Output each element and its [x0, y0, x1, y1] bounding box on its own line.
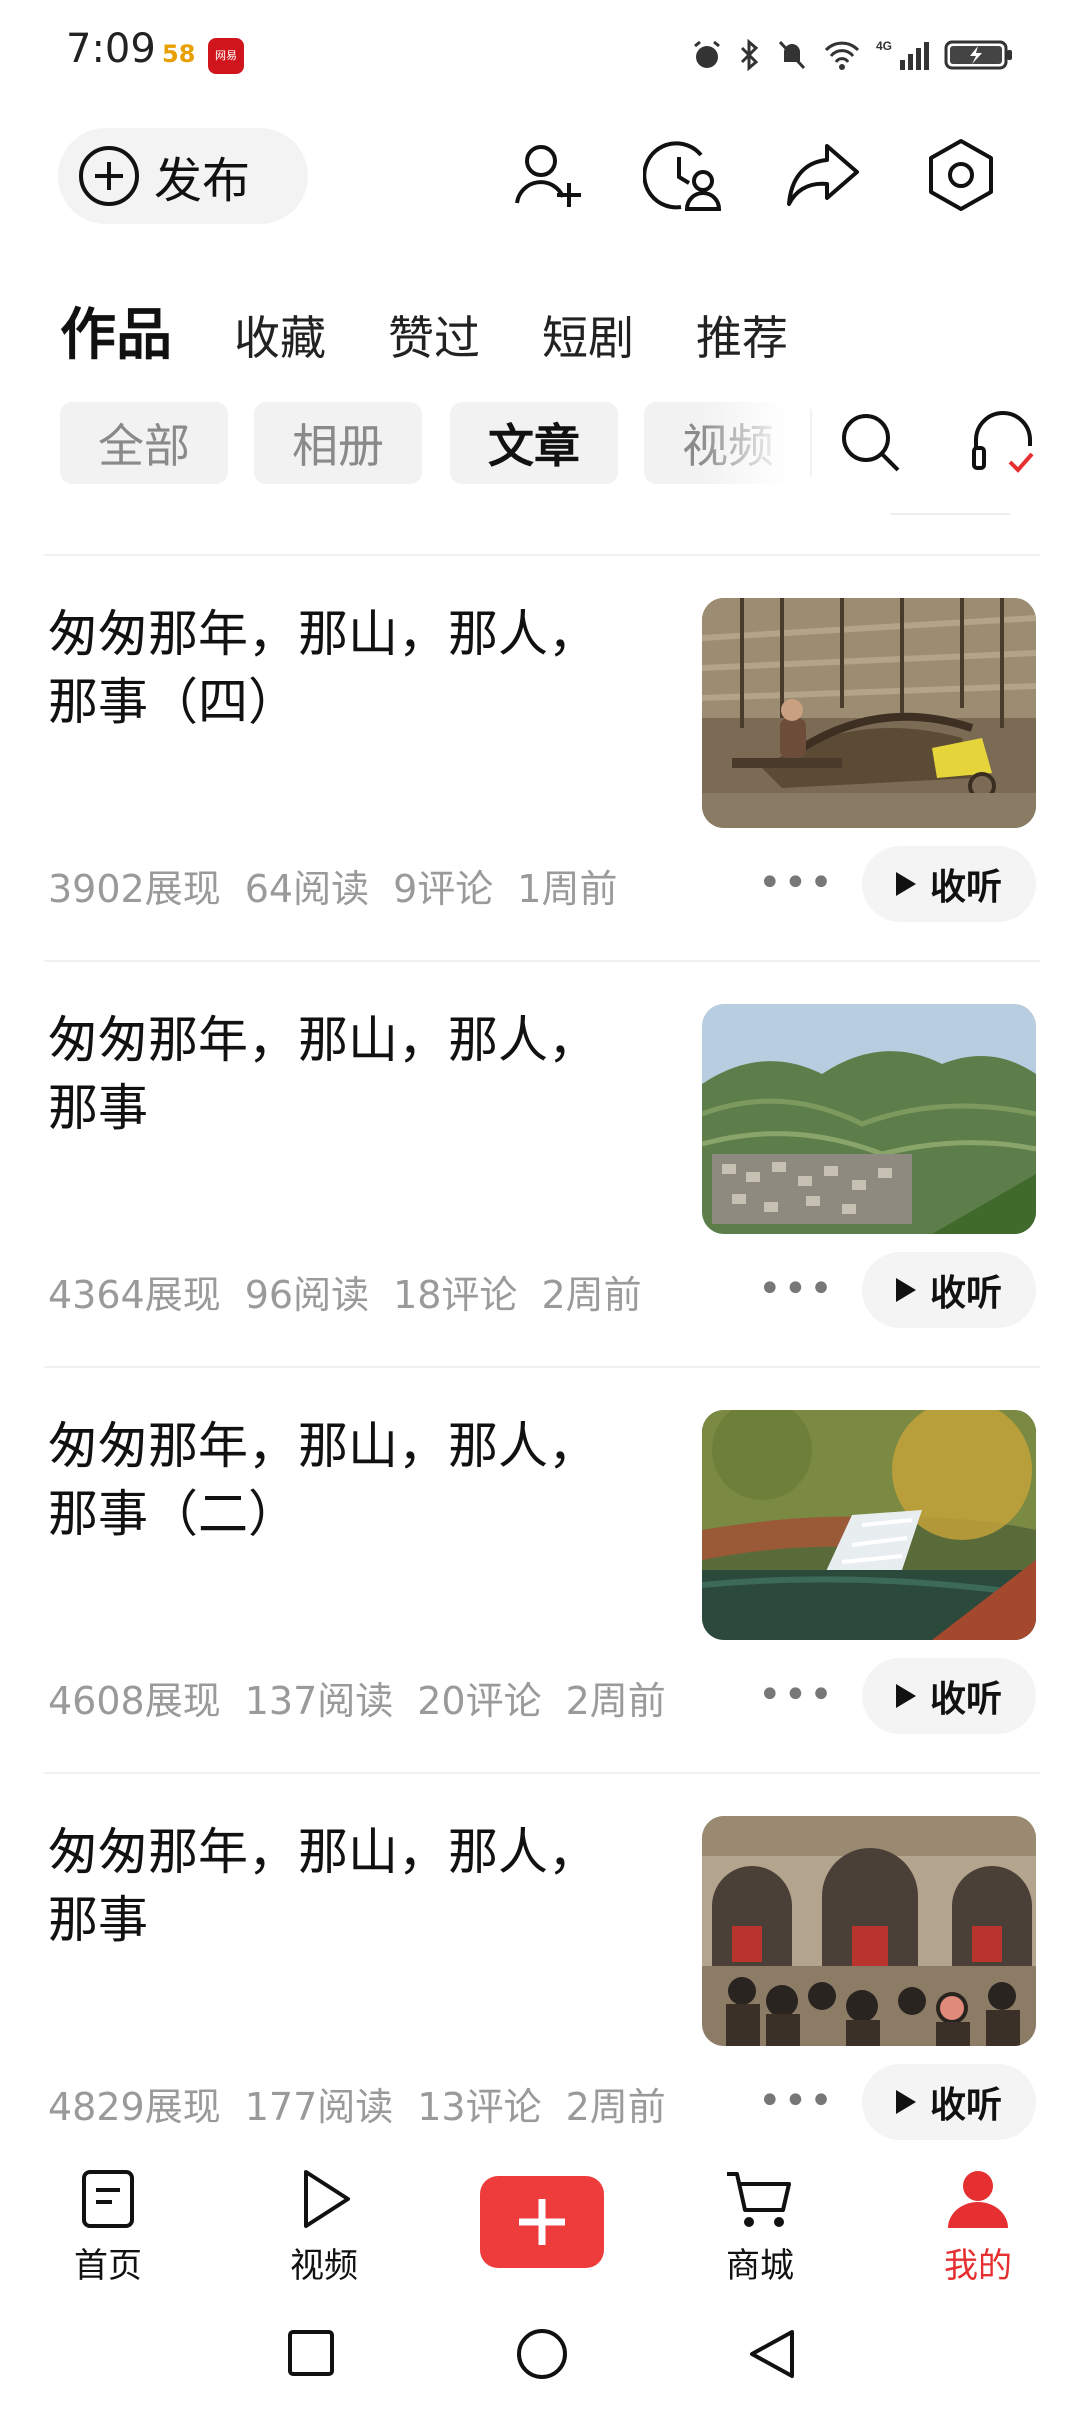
play-icon [895, 1684, 916, 1708]
filter-all[interactable]: 全部 [60, 402, 228, 484]
publish-button[interactable]: 发布 [58, 128, 308, 224]
publish-time: 2周前 [565, 1679, 666, 1723]
create-button[interactable] [480, 2176, 604, 2268]
share-icon[interactable] [778, 130, 868, 220]
divider [44, 1772, 1040, 1774]
add-friend-icon[interactable] [504, 130, 594, 220]
article-title[interactable]: 匆匆那年，那山，那人， 那事 [48, 1006, 648, 1142]
impressions: 4829展现 [48, 2085, 221, 2129]
publish-time: 2周前 [541, 1273, 642, 1317]
chip-fade [700, 396, 810, 490]
listen-button[interactable]: 收听 [862, 846, 1036, 922]
back-icon[interactable] [744, 2326, 800, 2382]
tab-short-drama[interactable]: 短剧 [542, 302, 634, 368]
tab-recommend[interactable]: 推荐 [696, 302, 788, 368]
publish-time: 2周前 [565, 2085, 666, 2129]
comments: 20评论 [417, 1679, 542, 1723]
impressions: 3902展现 [48, 867, 221, 911]
listen-button[interactable]: 收听 [862, 2064, 1036, 2140]
search-icon[interactable] [826, 398, 916, 488]
tab-favorites[interactable]: 收藏 [234, 302, 326, 368]
divider [44, 1366, 1040, 1368]
article-title[interactable]: 匆匆那年，那山，那人， 那事（二） [48, 1412, 648, 1548]
filter-articles[interactable]: 文章 [450, 402, 618, 484]
more-options-icon[interactable]: ••• [758, 860, 835, 906]
comments: 9评论 [393, 867, 494, 911]
article-thumbnail[interactable] [702, 1816, 1036, 2046]
battery-icon [944, 40, 1012, 70]
filter-album[interactable]: 相册 [254, 402, 422, 484]
wifi-icon [824, 41, 860, 70]
reads: 137阅读 [244, 1679, 394, 1723]
comments: 13评论 [417, 2085, 542, 2129]
profile-icon [948, 2171, 1008, 2228]
svg-text:4G: 4G [876, 39, 892, 53]
play-icon [895, 2090, 916, 2114]
article-title[interactable]: 匆匆那年，那山，那人， 那事（四） [48, 600, 648, 736]
publish-time: 1周前 [517, 867, 618, 911]
home-circle-icon[interactable] [514, 2326, 570, 2382]
system-icons: 4G [690, 30, 1014, 80]
history-icon[interactable] [640, 130, 730, 220]
plus-icon [519, 2199, 565, 2245]
divider [44, 960, 1040, 962]
headphone-icon[interactable] [958, 398, 1048, 488]
alarm-icon [694, 40, 720, 68]
more-options-icon[interactable]: ••• [758, 1672, 835, 1718]
bluetooth-icon [740, 38, 759, 72]
article-stats: 3902展现 64阅读 9评论 1周前 [48, 858, 641, 913]
cart-icon [727, 2172, 791, 2227]
article-thumbnail[interactable] [702, 1410, 1036, 1640]
article-stats: 4829展现 177阅读 13评论 2周前 [48, 2076, 690, 2131]
divider [44, 554, 1040, 556]
play-icon [304, 2170, 350, 2228]
app-58-icon: 58 [162, 40, 196, 68]
status-bar: 7:09 58 网易 4G [0, 0, 1084, 110]
mute-bell-icon [778, 40, 806, 70]
settings-icon[interactable] [916, 130, 1006, 220]
comments: 18评论 [393, 1273, 518, 1317]
publish-label: 发布 [154, 153, 251, 209]
content-tabs: 作品 收藏 赞过 短剧 推荐 [60, 290, 850, 371]
article-stats: 4608展现 137阅读 20评论 2周前 [48, 1670, 690, 1725]
reads: 177阅读 [244, 2085, 394, 2129]
article-thumbnail[interactable] [702, 1004, 1036, 1234]
play-icon [895, 872, 916, 896]
impressions: 4364展现 [48, 1273, 221, 1317]
reads: 96阅读 [244, 1273, 370, 1317]
more-options-icon[interactable]: ••• [758, 1266, 835, 1312]
reads: 64阅读 [244, 867, 370, 911]
listen-button[interactable]: 收听 [862, 1658, 1036, 1734]
signal-icon: 4G [876, 39, 929, 70]
nav-shop[interactable]: 商城 [700, 2168, 820, 2287]
nav-home[interactable]: 首页 [48, 2168, 168, 2287]
netease-app-icon: 网易 [208, 38, 244, 74]
nav-video[interactable]: 视频 [264, 2168, 384, 2287]
tab-works[interactable]: 作品 [60, 290, 172, 371]
tab-liked[interactable]: 赞过 [388, 302, 480, 368]
listen-button[interactable]: 收听 [862, 1252, 1036, 1328]
system-nav-bar [0, 2296, 1084, 2412]
article-thumbnail[interactable] [702, 598, 1036, 828]
home-doc-icon [82, 2170, 134, 2228]
article-stats: 4364展现 96阅读 18评论 2周前 [48, 1264, 666, 1319]
play-icon [895, 1278, 916, 1302]
impressions: 4608展现 [48, 1679, 221, 1723]
status-time: 7:09 [66, 26, 156, 72]
more-options-icon[interactable]: ••• [758, 2078, 835, 2124]
recent-apps-icon[interactable] [286, 2328, 336, 2378]
nav-me[interactable]: 我的 [918, 2168, 1038, 2287]
divider [890, 513, 1010, 515]
plus-circle-icon [79, 146, 139, 206]
article-title[interactable]: 匆匆那年，那山，那人， 那事 [48, 1818, 648, 1954]
